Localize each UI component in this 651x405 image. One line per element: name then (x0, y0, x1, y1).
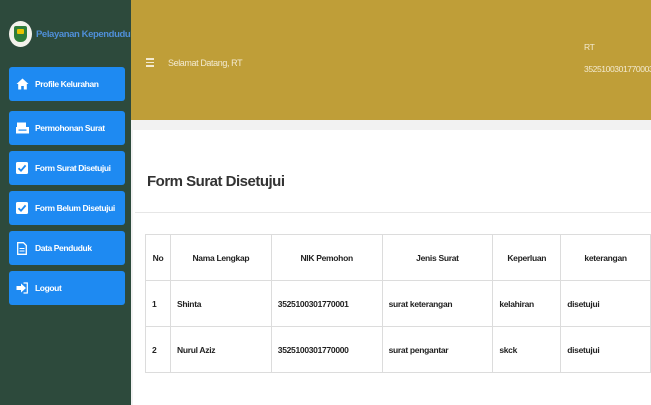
cell-keterangan: disetujui (560, 326, 651, 373)
sidebar-item-label: Form Belum Disetujui (35, 203, 115, 213)
cell-keterangan: disetujui (560, 280, 651, 327)
cell-no: 1 (145, 280, 171, 327)
cell-nama-lengkap: Shinta (169, 280, 272, 327)
divider (135, 212, 651, 213)
page-title: Form Surat Disetujui (147, 173, 285, 190)
cell-nik-pemohon: 3525100301770001 (270, 280, 383, 327)
sidebar: Pelayanan Kependudukan Profile Kelurahan… (0, 0, 146, 405)
table-row: 1 Shinta 3525100301770001 surat keterang… (145, 280, 651, 327)
cell-nik-pemohon: 3525100301770000 (270, 326, 383, 373)
sign-out-icon (14, 280, 30, 296)
sidebar-item-label: Permohonan Surat (35, 123, 105, 133)
column-header-keterangan: keterangan (560, 234, 651, 281)
sidebar-item-form-surat-disetujui[interactable]: Form Surat Disetujui (9, 151, 125, 185)
welcome-message: Selamat Datang, RT (168, 58, 243, 68)
sidebar-item-label: Form Surat Disetujui (35, 163, 111, 173)
home-icon (14, 76, 30, 92)
main-content: Form Surat Disetujui No Nama Lengkap NIK… (131, 120, 651, 405)
column-header-nama-lengkap: Nama Lengkap (169, 234, 272, 281)
cell-keperluan: kelahiran (492, 280, 562, 327)
content-card: Form Surat Disetujui No Nama Lengkap NIK… (133, 130, 651, 405)
sidebar-item-permohonan-surat[interactable]: Permohonan Surat (9, 111, 125, 145)
sidebar-item-profile-kelurahan[interactable]: Profile Kelurahan (9, 67, 125, 101)
table-header-row: No Nama Lengkap NIK Pemohon Jenis Surat … (145, 234, 651, 281)
column-header-jenis-surat: Jenis Surat (381, 234, 494, 281)
brand[interactable]: Pelayanan Kependudukan (0, 0, 146, 66)
user-role[interactable]: RT (584, 42, 595, 52)
column-header-nik-pemohon: NIK Pemohon (270, 234, 383, 281)
document-stack-icon (14, 120, 30, 136)
top-navbar: Selamat Datang, RT RT 3525100301770003 (131, 0, 651, 120)
checkbox-icon (14, 200, 30, 216)
sidebar-item-label: Data Penduduk (35, 243, 92, 253)
column-header-keperluan: Keperluan (492, 234, 562, 281)
sidebar-item-data-penduduk[interactable]: Data Penduduk (9, 231, 125, 265)
cell-keperluan: skck (492, 326, 562, 373)
cell-nama-lengkap: Nurul Aziz (169, 326, 272, 373)
sidebar-item-form-belum-disetujui[interactable]: Form Belum Disetujui (9, 191, 125, 225)
checkbox-icon (14, 160, 30, 176)
table-row: 2 Nurul Aziz 3525100301770000 surat peng… (145, 326, 651, 373)
sidebar-item-label: Logout (35, 283, 62, 293)
cell-no: 2 (145, 326, 171, 373)
sidebar-item-logout[interactable]: Logout (9, 271, 125, 305)
user-id[interactable]: 3525100301770003 (584, 64, 651, 74)
column-header-no: No (145, 234, 171, 281)
brand-title: Pelayanan Kependudukan (36, 29, 146, 40)
sidebar-item-label: Profile Kelurahan (35, 79, 99, 89)
logo-emblem-icon (9, 21, 32, 47)
hamburger-icon[interactable] (146, 58, 154, 67)
approved-letters-table: No Nama Lengkap NIK Pemohon Jenis Surat … (145, 234, 651, 373)
cell-jenis-surat: surat pengantar (381, 326, 494, 373)
cell-jenis-surat: surat keterangan (381, 280, 494, 327)
file-icon (14, 240, 30, 256)
